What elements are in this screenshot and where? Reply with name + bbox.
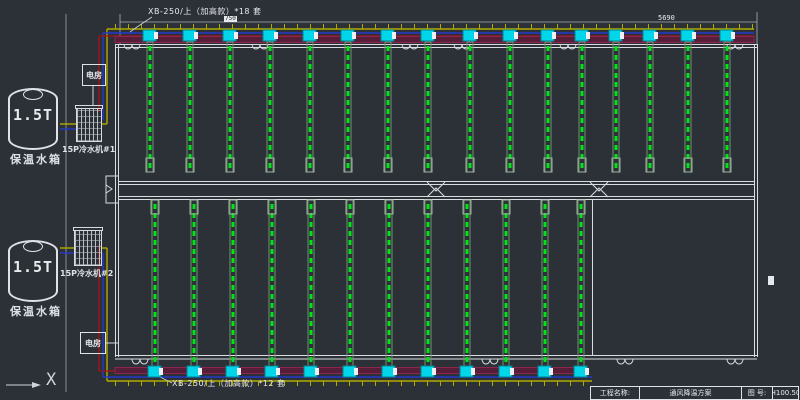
- tank-lid-icon: [23, 241, 43, 252]
- dimension-bay: 750: [224, 16, 237, 22]
- insulated-tank-1: 1.5T: [8, 88, 58, 150]
- tank-capacity: 1.5T: [10, 258, 56, 276]
- bottom-hall-duct-units: [148, 200, 589, 377]
- wall-tag: [768, 276, 774, 285]
- title-block-sheet-label: 图 号:: [741, 387, 772, 399]
- dimension-overall: 5690: [658, 15, 675, 22]
- top-hall-duct-units: [143, 30, 735, 172]
- title-block-project-name: 通风降温方案: [639, 387, 741, 399]
- cad-drawing-canvas: 1.5T 保温水箱 15P冷水机#1 电房 1.5T 保温水箱 15P冷水机#2…: [0, 0, 800, 400]
- chiller-unit-2: [74, 230, 102, 266]
- x-axis-arrow: [6, 382, 41, 388]
- tank-name-label: 保温水箱: [10, 154, 62, 165]
- bottom-duct-callout: XB-250/上（加高款）*12 套: [172, 380, 286, 388]
- insulated-tank-2: 1.5T: [8, 240, 58, 302]
- x-axis-label: X: [46, 372, 56, 389]
- tank-capacity: 1.5T: [10, 106, 56, 124]
- top-duct-callout: XB-250/上（加高款）*18 套: [148, 8, 262, 16]
- power-room-top: 电房: [82, 64, 106, 86]
- title-block-sheet-number: H100.50: [772, 387, 798, 399]
- chiller-label-2: 15P冷水机#2: [60, 270, 113, 278]
- title-block: 工程名称: 通风降温方案 图 号: H100.50: [590, 386, 799, 400]
- chiller-unit-1: [76, 108, 102, 142]
- tank-name-label: 保温水箱: [10, 306, 62, 317]
- chiller-label-1: 15P冷水机#1: [62, 146, 115, 154]
- drawing-linework: [0, 0, 800, 400]
- tank-lid-icon: [23, 89, 43, 100]
- title-block-project-label: 工程名称:: [591, 387, 639, 399]
- power-room-bottom: 电房: [80, 332, 106, 354]
